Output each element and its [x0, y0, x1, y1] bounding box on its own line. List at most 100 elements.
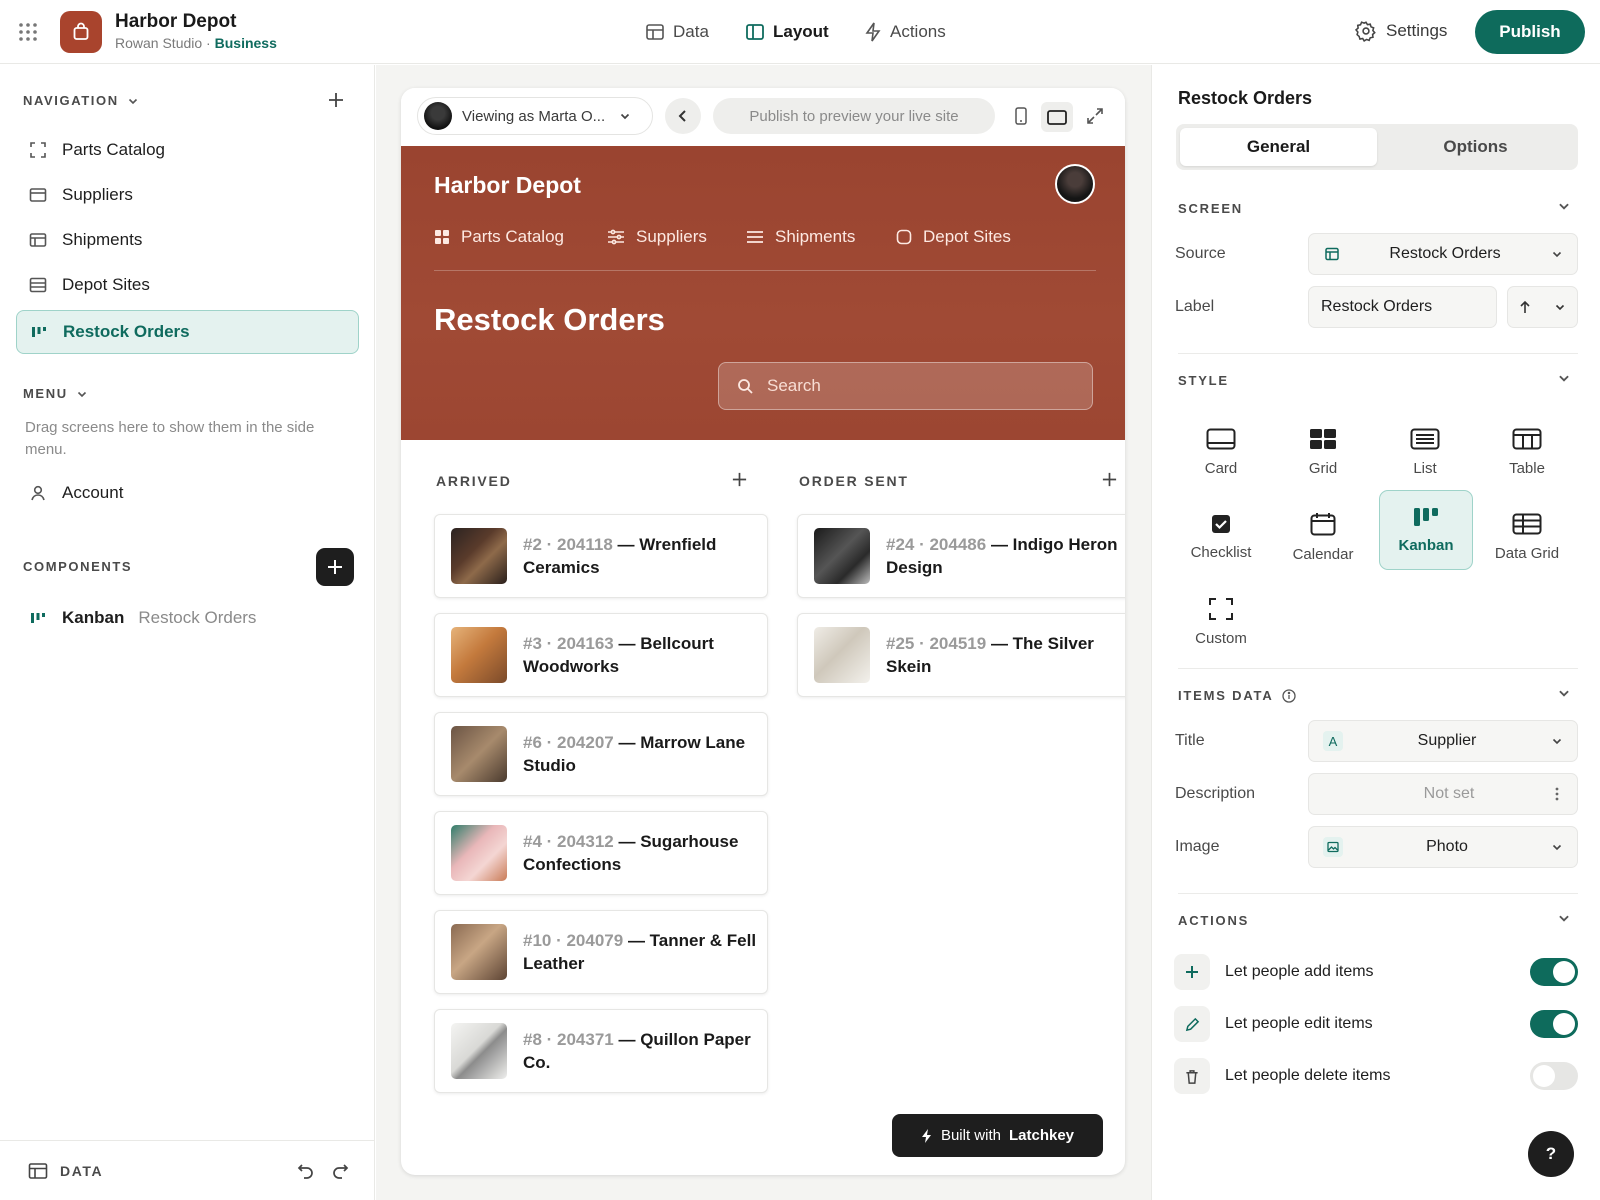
app-logo[interactable] [60, 11, 102, 53]
search-input[interactable]: Search [718, 362, 1093, 410]
image-value: Photo [1426, 838, 1468, 855]
tablet-preview-button[interactable] [1041, 102, 1073, 132]
add-items-toggle[interactable] [1530, 958, 1578, 986]
components-section-title: COMPONENTS [23, 559, 132, 574]
publish-button[interactable]: Publish [1475, 10, 1585, 54]
kanban-card[interactable]: #10 · 204079 — Tanner & Fell Leather [434, 910, 768, 994]
card-number: #4 · 204312 [523, 832, 614, 851]
sidebar-item-shipments[interactable]: Shipments [16, 218, 359, 262]
arrow-up-icon[interactable] [1519, 300, 1531, 314]
style-option-card[interactable]: Card [1175, 412, 1267, 492]
publish-preview-hint[interactable]: Publish to preview your live site [713, 98, 995, 134]
style-option-label: Table [1509, 459, 1545, 477]
sidebar-item-restock-orders[interactable]: Restock Orders [16, 310, 359, 354]
avatar[interactable] [1055, 164, 1095, 204]
edit-items-label: Let people edit items [1225, 1015, 1373, 1032]
sidebar-item-label: Shipments [62, 230, 143, 249]
sidebar-item-suppliers[interactable]: Suppliers [16, 173, 359, 217]
collapse-items-button[interactable] [1557, 686, 1571, 700]
built-with-badge[interactable]: Built with Latchkey [892, 1114, 1103, 1157]
tab-layout[interactable]: Layout [745, 20, 829, 44]
info-icon[interactable] [1281, 688, 1296, 703]
help-button[interactable]: ? [1528, 1131, 1574, 1177]
grid-icon [1310, 428, 1336, 449]
kanban-card[interactable]: #6 · 204207 — Marrow Lane Studio [434, 712, 768, 796]
component-item-kanban[interactable]: Kanban Restock Orders [16, 596, 359, 640]
calendar-icon [1310, 512, 1336, 535]
add-card-button[interactable] [731, 471, 748, 488]
description-select[interactable]: Not set [1308, 773, 1578, 815]
back-button[interactable] [665, 98, 701, 134]
chevron-down-icon [1552, 738, 1562, 745]
style-option-custom[interactable]: Custom [1175, 582, 1267, 662]
sidebar-item-depot-sites[interactable]: Depot Sites [16, 263, 359, 307]
card-image [451, 726, 507, 782]
more-vertical-icon [1555, 787, 1559, 801]
viewing-as-select[interactable]: Viewing as Marta O... [417, 97, 653, 135]
style-section-title: STYLE [1178, 373, 1229, 388]
style-option-kanban[interactable]: Kanban [1379, 490, 1473, 570]
style-option-grid[interactable]: Grid [1277, 412, 1369, 492]
preview-frame: Viewing as Marta O... Publish to preview… [401, 88, 1125, 1175]
style-option-calendar[interactable]: Calendar [1277, 497, 1369, 577]
kanban-card[interactable]: #25 · 204519 — The Silver Skein [797, 613, 1125, 697]
site-nav-suppliers[interactable]: Suppliers [607, 227, 707, 247]
style-option-label: Checklist [1190, 543, 1252, 561]
add-card-button[interactable] [1101, 471, 1118, 488]
style-option-label: Calendar [1292, 545, 1354, 563]
edit-items-toggle[interactable] [1530, 1010, 1578, 1038]
style-option-data-grid[interactable]: Data Grid [1481, 497, 1573, 577]
avatar [424, 102, 452, 130]
chevron-down-icon[interactable] [1554, 301, 1566, 313]
sidebar-item-account[interactable]: Account [16, 471, 359, 515]
image-select[interactable]: Photo [1308, 826, 1578, 868]
fullscreen-button[interactable] [1086, 107, 1104, 125]
kanban-icon [28, 608, 48, 628]
site-nav-parts-catalog[interactable]: Parts Catalog [434, 227, 564, 247]
undo-button[interactable] [297, 1162, 315, 1180]
title-select[interactable]: A Supplier [1308, 720, 1578, 762]
list-icon [28, 275, 48, 295]
site-nav-shipments[interactable]: Shipments [746, 227, 855, 247]
kanban-card[interactable]: #24 · 204486 — Indigo Heron Design [797, 514, 1125, 598]
label-input[interactable]: Restock Orders [1308, 286, 1497, 328]
tab-options[interactable]: Options [1377, 128, 1574, 166]
kanban-card[interactable]: #8 · 204371 — Quillon Paper Co. [434, 1009, 768, 1093]
sidebar-item-parts-catalog[interactable]: Parts Catalog [16, 128, 359, 172]
collapse-screen-button[interactable] [1557, 199, 1571, 213]
kanban-card[interactable]: #4 · 204312 — Sugarhouse Confections [434, 811, 768, 895]
style-option-list[interactable]: List [1379, 412, 1471, 492]
tab-data[interactable]: Data [645, 20, 709, 44]
style-option-table[interactable]: Table [1481, 412, 1573, 492]
collapse-style-button[interactable] [1557, 371, 1571, 385]
kanban-card[interactable]: #2 · 204118 — Wrenfield Ceramics [434, 514, 768, 598]
style-option-checklist[interactable]: Checklist [1175, 497, 1267, 577]
kanban-card[interactable]: #3 · 204163 — Bellcourt Woodworks [434, 613, 768, 697]
site-nav-depot-sites[interactable]: Depot Sites [896, 227, 1011, 247]
source-select[interactable]: Restock Orders [1308, 233, 1578, 275]
card-title: #6 · 204207 — Marrow Lane Studio [523, 731, 763, 777]
card-image [814, 627, 870, 683]
sidebar-item-label: Restock Orders [63, 322, 190, 341]
search-placeholder: Search [767, 376, 821, 395]
card-title: #10 · 204079 — Tanner & Fell Leather [523, 929, 763, 975]
add-navigation-button[interactable] [327, 91, 345, 109]
expand-arrows-icon [1087, 108, 1103, 124]
menu-section-title[interactable]: MENU [23, 386, 88, 401]
apps-grid-icon[interactable] [18, 22, 38, 42]
settings-button[interactable]: Settings [1355, 20, 1447, 42]
tab-actions[interactable]: Actions [864, 20, 946, 44]
plan-badge: Business [214, 35, 277, 51]
title-label: Title [1175, 732, 1205, 749]
add-component-button[interactable] [316, 548, 354, 586]
tab-general[interactable]: General [1180, 128, 1377, 166]
collapse-actions-button[interactable] [1557, 911, 1571, 925]
data-footer-button[interactable]: DATA [28, 1162, 103, 1180]
phone-preview-button[interactable] [1015, 107, 1027, 125]
redo-button[interactable] [331, 1162, 349, 1180]
card-title: #4 · 204312 — Sugarhouse Confections [523, 830, 763, 876]
built-with-brand: Latchkey [1008, 1127, 1075, 1144]
navigation-section-title[interactable]: NAVIGATION [23, 93, 139, 108]
chevron-left-icon [678, 110, 686, 122]
delete-items-toggle[interactable] [1530, 1062, 1578, 1090]
